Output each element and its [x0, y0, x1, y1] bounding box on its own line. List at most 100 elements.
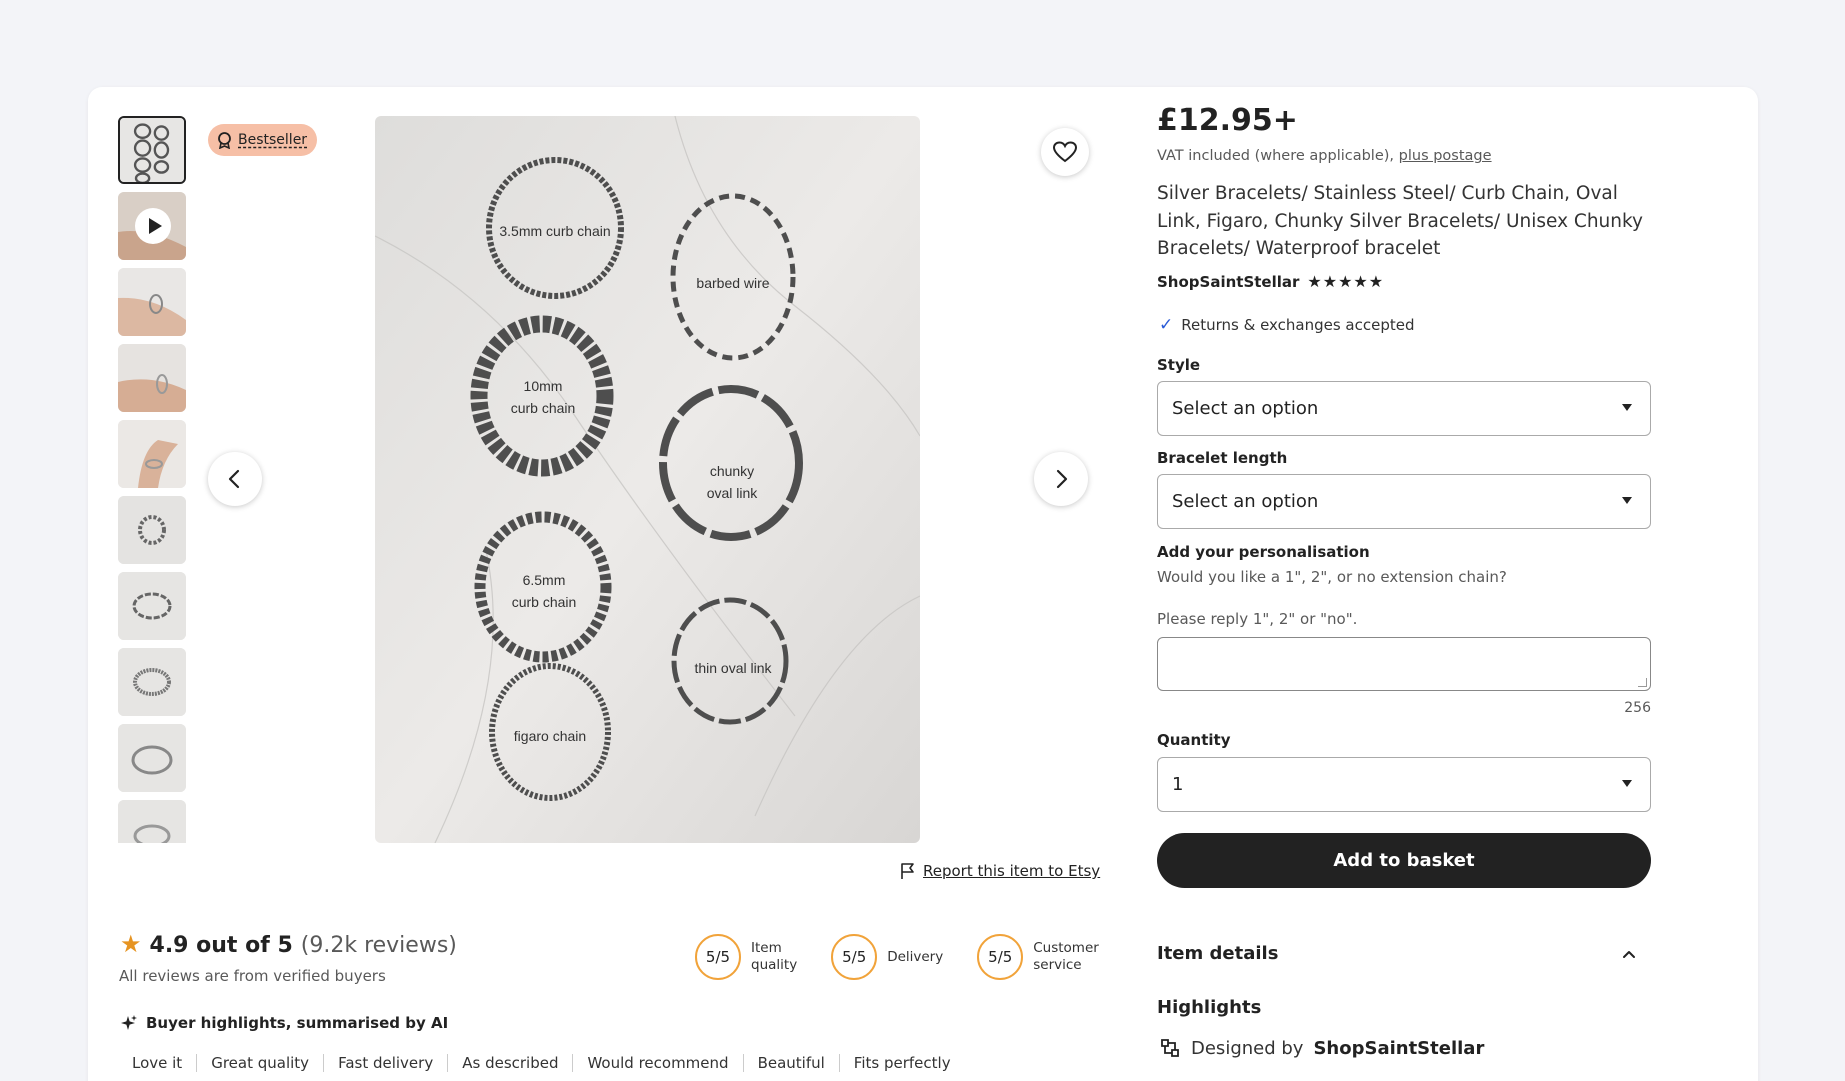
highlight-tags: Love it Great quality Fast delivery As d…	[118, 1054, 965, 1072]
resize-handle-icon[interactable]	[1638, 678, 1647, 687]
caret-down-icon	[1622, 497, 1632, 504]
highlight-tag[interactable]: Love it	[118, 1054, 198, 1072]
thumbnail-1[interactable]	[118, 116, 186, 184]
quantity-select-value: 1	[1172, 774, 1184, 795]
image-label-5: chunky	[710, 463, 754, 479]
score-value: 5/5	[695, 934, 741, 980]
bestseller-badge[interactable]: Bestseller	[208, 124, 318, 156]
report-item-label: Report this item to Etsy	[923, 862, 1101, 880]
quantity-label: Quantity	[1157, 731, 1231, 749]
highlight-tag[interactable]: Would recommend	[573, 1054, 744, 1072]
image-label-4: curb chain	[511, 400, 576, 416]
thumbnail-4[interactable]	[118, 344, 186, 412]
thumbnail-9[interactable]	[118, 724, 186, 792]
highlights-heading: Highlights	[1157, 997, 1262, 1018]
style-label: Style	[1157, 356, 1201, 374]
rating-summary: ★ 4.9 out of 5 (9.2k reviews)	[120, 930, 457, 958]
highlight-tag[interactable]: Great quality	[197, 1054, 325, 1072]
character-count: 256	[1624, 700, 1651, 716]
style-select[interactable]: Select an option	[1157, 381, 1651, 436]
image-label-3: 10mm	[524, 378, 563, 394]
chevron-left-icon	[228, 469, 240, 489]
caret-down-icon	[1622, 780, 1632, 787]
item-details-toggle[interactable]: Item details	[1157, 943, 1651, 964]
thumbnail-3[interactable]	[118, 268, 186, 336]
personalisation-textarea[interactable]	[1157, 637, 1651, 691]
image-label-8: curb chain	[512, 594, 577, 610]
image-label-1: 3.5mm curb chain	[499, 223, 610, 239]
score-delivery: 5/5 Delivery	[831, 934, 943, 980]
caret-down-icon	[1622, 404, 1632, 411]
designed-by-prefix: Designed by	[1191, 1037, 1304, 1059]
ai-highlights-label: Buyer highlights, summarised by AI	[146, 1014, 449, 1032]
vat-note: VAT included (where applicable), plus po…	[1157, 148, 1492, 164]
flag-icon	[901, 863, 914, 879]
image-label-7: 6.5mm	[523, 572, 566, 588]
personalisation-label: Add your personalisation	[1157, 543, 1370, 561]
thumbnail-5[interactable]	[118, 420, 186, 488]
image-label-2: barbed wire	[696, 275, 769, 291]
score-customer-service: 5/5 Customer service	[977, 934, 1099, 980]
heart-icon	[1052, 141, 1078, 163]
ai-highlights-title: Buyer highlights, summarised by AI	[120, 1014, 448, 1032]
highlight-tag[interactable]: Fast delivery	[324, 1054, 449, 1072]
thumbnail-strip[interactable]	[118, 116, 188, 843]
next-image-button[interactable]	[1034, 452, 1088, 506]
thumbnail-8[interactable]	[118, 648, 186, 716]
add-to-basket-button[interactable]: Add to basket	[1157, 833, 1651, 888]
returns-note: ✓ Returns & exchanges accepted	[1159, 315, 1415, 335]
vat-text: VAT included (where applicable),	[1157, 148, 1395, 164]
product-title: Silver Bracelets/ Stainless Steel/ Curb …	[1157, 183, 1643, 259]
designed-by: Designed by ShopSaintStellar	[1159, 1037, 1484, 1059]
score-item-quality: 5/5 Item quality	[695, 934, 797, 980]
thumbnail-video[interactable]	[118, 192, 186, 260]
personalisation-instruction: Please reply 1", 2" or "no".	[1157, 610, 1358, 628]
shop-rating-stars: ★★★★★	[1307, 272, 1385, 291]
sparkle-icon	[121, 1015, 137, 1030]
score-label: Customer	[1033, 940, 1099, 956]
bracelet-length-select-value: Select an option	[1172, 491, 1319, 512]
thumbnail-10[interactable]	[118, 800, 186, 843]
chevron-up-icon	[1623, 950, 1635, 958]
medal-icon	[218, 131, 231, 149]
play-icon	[135, 208, 171, 244]
designed-by-shop[interactable]: ShopSaintStellar	[1313, 1038, 1484, 1059]
bestseller-label: Bestseller	[238, 132, 308, 148]
bracelet-length-label: Bracelet length	[1157, 449, 1288, 467]
postage-link[interactable]: plus postage	[1399, 148, 1492, 164]
highlight-tag[interactable]: Fits perfectly	[840, 1054, 965, 1072]
style-select-value: Select an option	[1172, 398, 1319, 419]
quantity-select[interactable]: 1	[1157, 757, 1651, 812]
score-label: Item	[751, 940, 782, 956]
personalisation-question: Would you like a 1", 2", or no extension…	[1157, 568, 1507, 586]
rating-value: 4.9 out of 5	[149, 933, 293, 958]
thumbnail-6[interactable]	[118, 496, 186, 564]
star-icon: ★	[120, 930, 142, 958]
review-count[interactable]: (9.2k reviews)	[301, 933, 457, 958]
chevron-right-icon	[1056, 469, 1068, 489]
price: £12.95+	[1157, 103, 1298, 138]
shop-name-link[interactable]: ShopSaintStellar	[1157, 273, 1299, 291]
report-item-link[interactable]: Report this item to Etsy	[900, 862, 1100, 880]
favorite-button[interactable]	[1041, 128, 1089, 176]
score-label: service	[1033, 957, 1082, 973]
score-value: 5/5	[977, 934, 1024, 980]
image-label-9: thin oval link	[694, 660, 772, 676]
returns-text: Returns & exchanges accepted	[1181, 316, 1415, 334]
previous-image-button[interactable]	[208, 452, 262, 506]
check-icon: ✓	[1159, 315, 1174, 335]
review-scores: 5/5 Item quality 5/5 Delivery 5/5 Custome…	[695, 934, 1099, 980]
highlight-tag[interactable]: As described	[448, 1054, 574, 1072]
image-label-6: oval link	[707, 485, 759, 501]
highlight-tag[interactable]: Beautiful	[744, 1054, 840, 1072]
thumbnail-7[interactable]	[118, 572, 186, 640]
score-label: Delivery	[887, 948, 944, 965]
bracelet-length-select[interactable]: Select an option	[1157, 474, 1651, 529]
shop-info: ShopSaintStellar ★★★★★	[1157, 272, 1384, 291]
item-details-heading: Item details	[1157, 943, 1279, 964]
verified-note: All reviews are from verified buyers	[119, 967, 386, 985]
main-product-image: 3.5mm curb chain barbed wire 10mm curb c…	[375, 116, 920, 843]
image-label-10: figaro chain	[514, 728, 586, 744]
score-value: 5/5	[831, 934, 878, 980]
score-label: quality	[751, 957, 798, 973]
